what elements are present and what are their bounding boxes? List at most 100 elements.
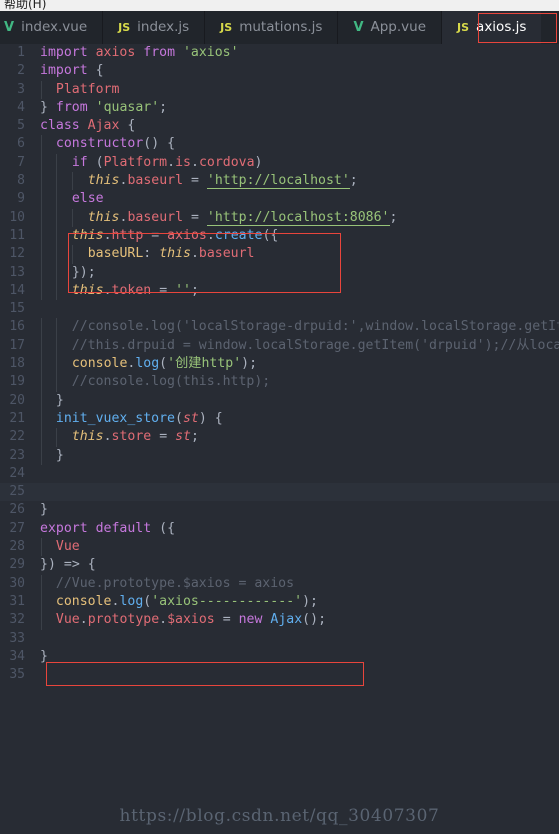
line-text: console.log('创建http'); [71,356,258,372]
line-text: baseURL: this.baseurl [87,246,255,262]
line-number: 26 [9,502,25,518]
line-number: 13 [9,264,25,280]
line-number: 7 [17,154,25,170]
code-line[interactable]: 27 export default ({ [0,520,559,538]
js-file-icon: JS [457,21,470,34]
line-text: this.token = ''; [71,282,199,298]
code-line[interactable]: 5 class Ajax { [0,117,559,135]
line-text: Vue [55,539,80,555]
line-text: export default ({ [40,520,176,536]
code-line[interactable]: 14 this.token = ''; [0,281,559,301]
tab-mutations-js[interactable]: JS mutations.js [205,11,339,44]
code-line[interactable]: 34} [0,648,559,666]
line-number: 25 [9,484,25,500]
line-text: if (Platform.is.cordova) [71,154,263,170]
line-text: this.store = st; [71,429,199,445]
code-line[interactable]: 32 Vue.prototype.$axios = new Ajax(); [0,611,559,630]
line-number: 14 [9,282,25,298]
code-line[interactable]: 9 else [0,190,559,209]
line-text: import { [40,63,104,79]
code-line[interactable]: 2 import { [0,62,559,80]
code-line[interactable]: 30 //Vue.prototype.$axios = axios [0,574,559,593]
code-line[interactable]: 19 //console.log(this.http); [0,373,559,392]
code-line[interactable]: 8 this.baseurl = 'http://localhost'; [0,172,559,191]
line-text: class Ajax { [40,118,136,134]
line-text: } from 'quasar'; [40,99,168,115]
menu-item-help[interactable]: 帮助(H) [4,0,46,11]
code-line[interactable]: 31 console.log('axios------------'); [0,592,559,612]
line-number: 12 [9,246,25,262]
line-text: this.baseurl = 'http://localhost'; [87,173,358,190]
code-line[interactable]: 13 }); [0,263,559,282]
code-editor[interactable]: 1 import axios from 'axios' 2 import {3 Pla… [0,44,559,834]
line-text: this.http = axios.create({ [71,227,279,243]
code-line[interactable]: 24 [0,465,559,483]
line-number: 8 [17,173,25,189]
line-number: 24 [9,465,25,481]
code-line[interactable]: 17 //this.drpuid = window.localStorage.g… [0,336,559,356]
line-text: }) => { [40,557,96,573]
editor-window: 帮助(H) V index.vue JS index.js JS mutatio… [0,0,559,834]
line-number: 33 [9,630,25,646]
code-line[interactable]: 6 constructor() { [0,135,559,154]
code-line[interactable]: 26} [0,501,559,519]
code-line[interactable]: 3 Platform [0,80,559,99]
watermark-url: https://blog.csdn.net/qq_30407307 [119,806,440,826]
code-line[interactable]: 29}) => { [0,556,559,574]
tab-label: index.vue [21,18,88,35]
vue-file-icon: V [353,20,364,35]
line-number: 21 [9,410,25,426]
line-text: this.baseurl = 'http://localhost:8086'; [87,209,398,226]
line-number: 1 [17,45,25,60]
line-number: 2 [17,63,25,79]
code-line[interactable]: 7 if (Platform.is.cordova) [0,153,559,173]
line-text: Vue.prototype.$axios = new Ajax(); [55,612,327,628]
line-text: init_vuex_store(st) { [55,410,223,426]
line-text: constructor() { [55,136,176,152]
tab-axios-js[interactable]: JS axios.js [442,11,542,44]
line-number: 22 [9,429,25,445]
tab-index-vue[interactable]: V index.vue [0,11,104,44]
tab-index-js[interactable]: JS index.js [103,11,206,44]
vue-file-icon: V [4,20,15,35]
code-line[interactable]: 12 baseURL: this.baseurl [0,245,559,264]
line-number: 17 [9,337,25,353]
line-number: 4 [17,99,25,115]
code-content[interactable]: 1 import axios from 'axios' 2 import {3 Pla… [0,44,559,834]
line-text: else [71,191,104,207]
code-line[interactable]: 11 this.http = axios.create({ [0,226,559,246]
line-text: } [55,447,64,463]
line-number: 31 [9,593,25,609]
line-number: 6 [17,136,25,152]
line-number: 9 [17,191,25,207]
tab-bar: V index.vue JS index.js JS mutations.js … [0,11,559,44]
code-line[interactable]: 28 Vue [0,538,559,557]
line-text: Platform [55,81,120,97]
line-number: 5 [17,118,25,134]
line-number: 32 [9,612,25,628]
line-text: } [40,648,48,664]
tab-label: index.js [137,18,190,35]
code-line[interactable]: 16 //console.log('localStorage-drpuid:',… [0,318,559,337]
code-line[interactable]: 23 } [0,446,559,465]
code-line[interactable]: 22 this.store = st; [0,428,559,447]
tab-label: axios.js [476,18,527,35]
code-line[interactable]: 20 } [0,391,559,410]
code-line[interactable]: 21 init_vuex_store(st) { [0,409,559,429]
code-line[interactable]: 35 [0,666,559,684]
code-line[interactable]: 18 console.log('创建http'); [0,355,559,374]
code-line[interactable]: 1 import axios from 'axios' [0,44,559,62]
line-number: 18 [9,356,25,372]
code-line[interactable]: 4 } from 'quasar'; [0,99,559,117]
tab-app-vue[interactable]: V App.vue [338,11,443,44]
line-text: //console.log(this.http); [40,374,271,390]
code-line[interactable]: 10 this.baseurl = 'http://localhost:8086… [0,208,559,227]
tab-label: App.vue [370,18,427,35]
code-line[interactable]: 25 [0,483,559,502]
line-text: import axios from 'axios' [40,45,239,60]
js-file-icon: JS [220,21,233,34]
code-line[interactable]: 33 [0,630,559,648]
line-number: 30 [9,575,25,591]
line-number: 35 [9,667,25,683]
code-line[interactable]: 15 [0,300,559,318]
